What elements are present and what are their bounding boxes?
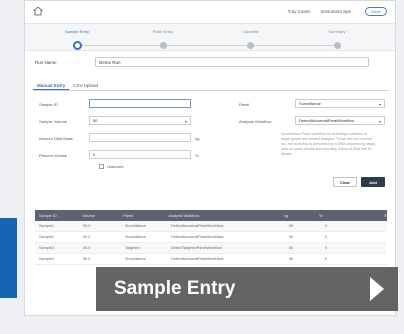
cell-ng: 50 — [289, 224, 294, 228]
sample-volume-select[interactable]: 50 ▾ — [89, 116, 191, 125]
table-header: Sample ID Volume Panel Analysis Workflow… — [35, 210, 387, 221]
close-icon[interactable]: ✕ — [380, 213, 387, 218]
unknown-checkbox[interactable] — [99, 164, 104, 169]
column-header-analysis-workflow[interactable]: Analysis Workflow — [164, 214, 279, 218]
percent-volume-label: Percent Volume — [39, 153, 68, 158]
stepper-track — [81, 45, 337, 46]
unknown-label: Unknown — [107, 164, 124, 169]
analysis-workflow-value: DetectAbnormalPanelWorkflow — [299, 118, 355, 123]
analysis-workflow-select[interactable]: DetectAbnormalPanelWorkflow ▾ — [295, 116, 385, 125]
cell-percent: 0 — [325, 235, 328, 239]
cell-analysis-workflow: DetectAbnormalPanelWorkflow — [171, 257, 224, 261]
step-label-plate-setup[interactable]: Plate Setup — [133, 29, 193, 34]
samples-table: Sample ID Volume Panel Analysis Workflow… — [35, 210, 387, 265]
panel-description-note: Surveillance Panel workflow for detectin… — [281, 132, 376, 156]
analysis-workflow-label: Analysis Workflow — [239, 119, 272, 124]
sample-entry-form: Sample ID Sample Volume 50 ▾ Amount DNA … — [39, 97, 389, 193]
column-header-sample-id[interactable]: Sample ID — [35, 214, 78, 218]
sample-id-label: Sample ID — [39, 102, 58, 107]
panel-select[interactable]: Surveillance ▾ — [295, 99, 385, 108]
cell-panel: Surveillance — [125, 224, 146, 228]
cell-sample-id: Sample4 — [39, 257, 54, 261]
header-link-tray-cases[interactable]: Tray Cases — [288, 9, 311, 14]
step-dot-active[interactable] — [73, 41, 82, 50]
table-row[interactable]: Sample4 50.0 Surveillance DetectAbnormal… — [35, 254, 387, 265]
cell-sample-id: Sample2 — [39, 235, 54, 239]
add-button[interactable]: Add — [361, 177, 385, 187]
run-name-label: Run Name — [35, 59, 57, 65]
table-row[interactable]: Sample1 50.0 Surveillance DetectAbnormal… — [35, 221, 387, 232]
cell-analysis-workflow: DetectAbnormalPanelWorkflow — [171, 235, 224, 239]
clear-button[interactable]: Clear — [333, 177, 357, 187]
sample-volume-label: Sample Volume — [39, 119, 68, 124]
header-link-instrument[interactable]: Instrument Spe — [320, 9, 351, 14]
amount-dna-unit: ng — [195, 136, 200, 141]
cell-analysis-workflow: DetectAbnormalPanelWorkflow — [171, 224, 224, 228]
step-dot[interactable] — [160, 42, 167, 49]
cell-sample-id: Sample3 — [39, 246, 54, 250]
cell-panel: Targeted — [125, 246, 140, 250]
side-accent-bar — [0, 218, 17, 298]
table-row[interactable]: Sample3 50.0 Targeted DetectTargetedPane… — [35, 243, 387, 254]
cell-percent: 0 — [325, 224, 328, 228]
column-header-volume[interactable]: Volume — [78, 214, 119, 218]
table-row[interactable]: Sample2 50.0 Surveillance DetectAbnormal… — [35, 232, 387, 243]
cell-sample-id: Sample1 — [39, 224, 54, 228]
step-dot[interactable] — [334, 42, 341, 49]
cell-volume: 50.0 — [83, 224, 91, 228]
panel-label: Panel — [239, 102, 250, 107]
section-banner[interactable]: Sample Entry — [96, 267, 398, 311]
cell-volume: 50.0 — [83, 257, 91, 261]
cell-percent: 0 — [325, 257, 328, 261]
progress-stepper: Sample Entry Plate Setup Cassette Summar… — [25, 23, 395, 51]
cell-analysis-workflow: DetectTargetedPanelWorkflow — [171, 246, 223, 250]
amount-dna-label: Amount DNA Mass — [39, 136, 73, 141]
column-header-panel[interactable]: Panel — [119, 214, 164, 218]
banner-title: Sample Entry — [114, 278, 236, 299]
step-label-cassette[interactable]: Cassette — [221, 29, 281, 34]
cell-panel: Surveillance — [125, 257, 146, 261]
screenshot-frame: Tray Cases Instrument Spe Done Sample En… — [0, 0, 404, 334]
run-name-input[interactable]: Demo Run — [95, 57, 369, 67]
column-header-percent[interactable]: % — [315, 214, 348, 218]
step-label-sample-entry[interactable]: Sample Entry — [47, 29, 107, 34]
cell-volume: 50.0 — [83, 235, 91, 239]
cell-ng: 50 — [289, 235, 294, 239]
amount-dna-input[interactable] — [89, 133, 191, 142]
cell-ng: 50 — [289, 257, 294, 261]
column-header-ng[interactable]: ng — [280, 214, 315, 218]
percent-volume-input[interactable]: 0 — [89, 150, 191, 159]
top-bar: Tray Cases Instrument Spe Done — [25, 1, 395, 21]
arrow-right-icon[interactable] — [370, 277, 384, 301]
done-button[interactable]: Done — [365, 6, 387, 16]
chevron-down-icon: ▾ — [184, 119, 187, 124]
step-label-summary[interactable]: Summary — [307, 29, 367, 34]
tab-manual-entry[interactable]: Manual Entry — [33, 81, 70, 90]
tab-csv-upload[interactable]: CSV Upload — [69, 81, 102, 90]
table-body: Sample1 50.0 Surveillance DetectAbnormal… — [35, 221, 387, 265]
panel-value: Surveillance — [299, 101, 321, 106]
cell-ng: 50 — [289, 246, 294, 250]
cell-percent: 0 — [325, 246, 328, 250]
step-dot[interactable] — [247, 42, 254, 49]
entry-tabs: Manual Entry CSV Upload — [33, 81, 389, 91]
chevron-down-icon: ▾ — [378, 102, 381, 107]
cell-volume: 50.0 — [83, 246, 91, 250]
percent-volume-unit: % — [195, 153, 199, 158]
run-name-row: Run Name Demo Run — [35, 57, 369, 67]
home-icon[interactable] — [33, 6, 43, 16]
chevron-down-icon: ▾ — [378, 119, 381, 124]
cell-panel: Surveillance — [125, 235, 146, 239]
sample-volume-value: 50 — [93, 118, 98, 123]
sample-id-input[interactable] — [89, 99, 191, 108]
